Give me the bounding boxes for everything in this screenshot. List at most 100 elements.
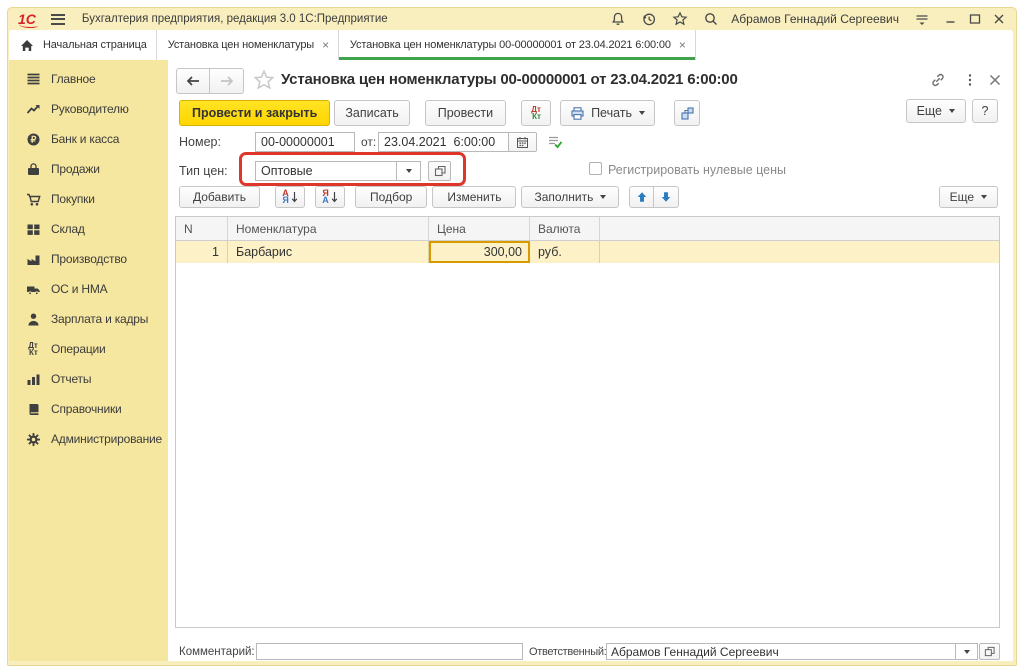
- move-down-button[interactable]: [654, 186, 679, 208]
- gear-icon: [25, 431, 41, 447]
- price-type-label: Тип цен:: [179, 164, 228, 178]
- table-row[interactable]: 1 Барбарис 300,00 руб.: [176, 241, 999, 263]
- cell-price-selected[interactable]: 300,00: [429, 241, 530, 263]
- ruble-circle-icon: ₽: [25, 131, 41, 147]
- titlebar: 1С Бухгалтерия предприятия, редакция 3.0…: [8, 8, 1016, 30]
- annotation-highlight: [239, 152, 466, 186]
- close-tab-icon[interactable]: ×: [322, 38, 329, 52]
- back-button[interactable]: [176, 68, 210, 94]
- more-dots-icon[interactable]: [961, 71, 979, 89]
- favorite-star-icon[interactable]: [253, 69, 275, 91]
- cell-currency[interactable]: руб.: [530, 241, 600, 263]
- tab-price-setting-doc[interactable]: Установка цен номенклатуры 00-00000001 о…: [339, 30, 696, 60]
- sidebar-item-os-nma[interactable]: ОС и НМА: [9, 274, 168, 304]
- combo-dropdown-icon[interactable]: [955, 644, 977, 659]
- main-menu-icon[interactable]: [51, 14, 65, 25]
- post-and-close-button[interactable]: Провести и закрыть: [179, 100, 330, 126]
- col-price[interactable]: Цена: [429, 217, 530, 240]
- person-icon: [25, 311, 41, 327]
- link-icon[interactable]: [929, 71, 947, 89]
- user-menu[interactable]: Абрамов Геннадий Сергеевич: [731, 12, 899, 26]
- svg-text:₽: ₽: [30, 134, 36, 144]
- forward-button[interactable]: [210, 68, 244, 94]
- col-currency[interactable]: Валюта: [530, 217, 600, 240]
- tab-label: Установка цен номенклатуры: [168, 39, 314, 51]
- move-up-button[interactable]: [629, 186, 654, 208]
- sidebar-item-warehouse[interactable]: Склад: [9, 214, 168, 244]
- date-label: от:: [361, 135, 376, 149]
- help-button[interactable]: ?: [972, 99, 998, 123]
- document-form: Установка цен номенклатуры 00-00000001 о…: [168, 60, 1013, 661]
- register-zero-label: Регистрировать нулевые цены: [608, 163, 786, 177]
- tab-price-setting-list[interactable]: Установка цен номенклатуры ×: [157, 30, 339, 60]
- items-table: N Номенклатура Цена Валюта 1 Барбарис 30…: [175, 216, 1000, 628]
- 1c-logo: 1С: [18, 9, 36, 29]
- sidebar-item-references[interactable]: Справочники: [9, 394, 168, 424]
- sidebar-item-administration[interactable]: Администрирование: [9, 424, 168, 454]
- close-tab-icon[interactable]: ×: [679, 38, 686, 52]
- structure-icon-button[interactable]: [674, 100, 700, 126]
- minimize-button[interactable]: [944, 12, 958, 26]
- sidebar-item-salary[interactable]: Зарплата и кадры: [9, 304, 168, 334]
- form-more-button[interactable]: Еще: [906, 99, 966, 123]
- register-zero-checkbox[interactable]: [589, 162, 602, 175]
- sidebar-item-purchases[interactable]: Покупки: [9, 184, 168, 214]
- bag-icon: [25, 161, 41, 177]
- search-icon[interactable]: [702, 11, 719, 28]
- maximize-button[interactable]: [968, 12, 982, 26]
- table-header: N Номенклатура Цена Валюта: [176, 217, 999, 241]
- sidebar-item-production[interactable]: Производство: [9, 244, 168, 274]
- window-title: Бухгалтерия предприятия, редакция 3.0 1С…: [82, 13, 388, 25]
- bar-chart-icon: [25, 371, 41, 387]
- set-current-date-icon[interactable]: [546, 133, 564, 151]
- sort-desc-button[interactable]: ЯА: [315, 186, 345, 208]
- print-button[interactable]: Печать: [560, 100, 655, 126]
- sidebar-item-main[interactable]: Главное: [9, 64, 168, 94]
- number-input[interactable]: 00-00000001: [255, 132, 355, 152]
- screen: 1С Бухгалтерия предприятия, редакция 3.0…: [0, 0, 1024, 671]
- comment-input[interactable]: [256, 643, 523, 660]
- sidebar: Главное Руководителю ₽ Банк и касса Прод…: [9, 60, 168, 661]
- pick-button[interactable]: Подбор: [355, 186, 427, 208]
- form-title: Установка цен номенклатуры 00-00000001 о…: [281, 71, 738, 88]
- dtkt-icon: ДтКт: [25, 341, 41, 357]
- cart-icon: [25, 191, 41, 207]
- tab-label: Начальная страница: [43, 39, 147, 51]
- sidebar-item-sales[interactable]: Продажи: [9, 154, 168, 184]
- workspace-frame: Начальная страница Установка цен номенкл…: [9, 30, 1013, 661]
- close-form-icon[interactable]: [986, 71, 1004, 89]
- service-menu-icon[interactable]: [913, 11, 930, 28]
- home-icon: [20, 39, 34, 52]
- save-button[interactable]: Записать: [334, 100, 409, 126]
- calendar-button[interactable]: [508, 132, 537, 152]
- tab-home[interactable]: Начальная страница: [9, 30, 157, 60]
- favorites-icon[interactable]: [671, 11, 688, 28]
- col-nomenclature[interactable]: Номенклатура: [228, 217, 429, 240]
- factory-icon: [25, 251, 41, 267]
- sidebar-item-operations[interactable]: ДтКт Операции: [9, 334, 168, 364]
- notifications-icon[interactable]: [609, 11, 626, 28]
- tabbar: Начальная страница Установка цен номенкл…: [9, 30, 1013, 60]
- table-more-button[interactable]: Еще: [939, 186, 998, 208]
- truck-icon: [25, 281, 41, 297]
- fill-button[interactable]: Заполнить: [521, 186, 619, 208]
- responsible-combo[interactable]: Абрамов Геннадий Сергеевич: [606, 643, 978, 660]
- add-row-button[interactable]: Добавить: [179, 186, 260, 208]
- post-button[interactable]: Провести: [425, 100, 506, 126]
- cell-nomenclature[interactable]: Барбарис: [228, 241, 429, 263]
- sidebar-item-manager[interactable]: Руководителю: [9, 94, 168, 124]
- close-window-button[interactable]: [992, 12, 1006, 26]
- responsible-open-button[interactable]: [979, 643, 1000, 660]
- cell-n[interactable]: 1: [176, 241, 228, 263]
- date-input[interactable]: 23.04.2021 6:00:00: [378, 132, 509, 152]
- menu-lines-icon: [25, 71, 41, 87]
- history-icon[interactable]: [640, 11, 657, 28]
- col-n[interactable]: N: [176, 217, 228, 240]
- sort-asc-button[interactable]: АЯ: [275, 186, 305, 208]
- sidebar-item-bank[interactable]: ₽ Банк и касса: [9, 124, 168, 154]
- dtkt-button[interactable]: ДтКт: [521, 100, 551, 126]
- book-icon: [25, 401, 41, 417]
- edit-button[interactable]: Изменить: [432, 186, 516, 208]
- trend-icon: [25, 101, 41, 117]
- sidebar-item-reports[interactable]: Отчеты: [9, 364, 168, 394]
